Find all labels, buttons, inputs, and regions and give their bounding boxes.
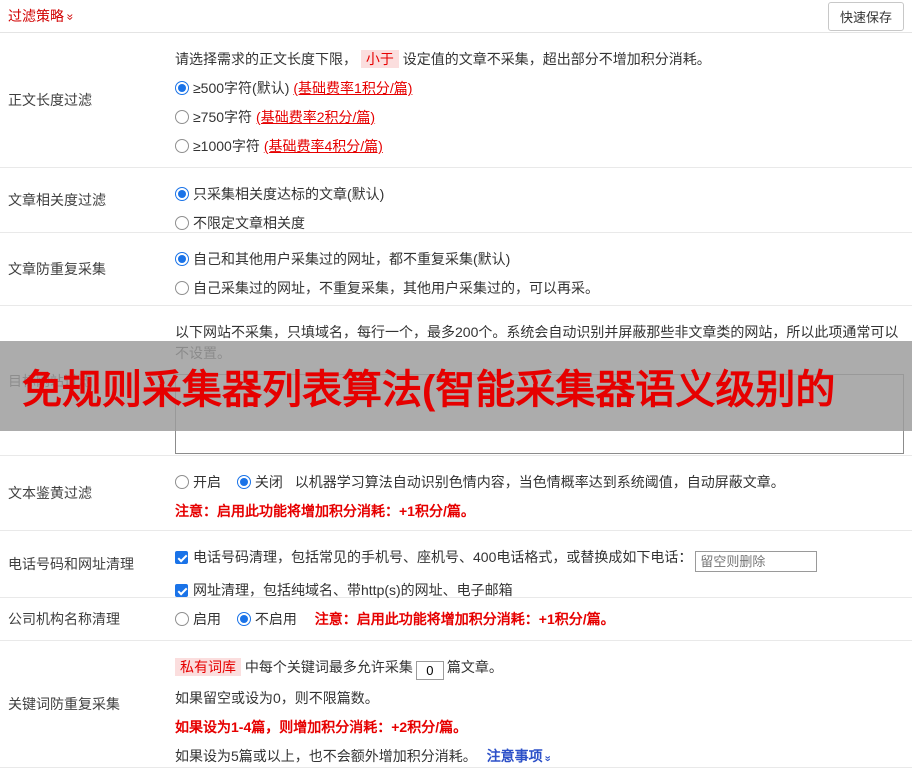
radio-length-500[interactable] [175, 81, 189, 95]
watermark-text: 免规则采集器列表算法(智能采集器语义级别的 [22, 368, 836, 412]
porn-off-label: 关闭 [254, 474, 283, 490]
private-lexicon-tag: 私有词库 [175, 658, 241, 676]
watermark-overlay: 免规则采集器列表算法(智能采集器语义级别的 [0, 341, 912, 431]
url-cleanup-label: 网址清理，包括纯域名、带http(s)的网址、电子邮箱 [193, 582, 513, 598]
length-option-500: ≥500字符(默认) (基础费率1积分/篇) [175, 78, 904, 99]
notes-link-label: 注意事项 [486, 748, 543, 764]
relevance-any-label: 不限定文章相关度 [193, 215, 305, 231]
row-relevance-filter: 文章相关度过滤 只采集相关度达标的文章(默认) 不限定文章相关度 [0, 168, 912, 233]
phone-cleanup-option: 电话号码清理，包括常见的手机号、座机号、400电话格式，或替换成如下电话： [175, 547, 904, 572]
company-note: 注意：启用此功能将增加积分消耗：+1积分/篇。 [314, 610, 615, 627]
porn-filter-desc: 以机器学习算法自动识别色情内容，当色情概率达到系统阈值，自动屏蔽文章。 [294, 474, 785, 490]
quick-save-button[interactable]: 快速保存 [827, 1, 904, 31]
keyword-limit-post: 篇文章。 [446, 659, 503, 675]
length-option-1000: ≥1000字符 (基础费率4积分/篇) [175, 136, 904, 157]
company-label: 公司机构名称清理 [8, 611, 120, 627]
company-on-label: 启用 [193, 610, 221, 627]
porn-filter-note: 注意：启用此功能将增加积分消耗：+1积分/篇。 [175, 503, 475, 519]
relevance-strict-label: 只采集相关度达标的文章(默认) [193, 186, 385, 202]
row-porn-filter: 文本鉴黄过滤 开启 关闭 以机器学习算法自动识别色情内容，当色情概率达到系统阈值… [0, 456, 912, 531]
dedup-content: 自己和其他用户采集过的网址，都不重复采集(默认) 自己采集过的网址，不重复采集，… [175, 233, 912, 305]
length-option-500-fee-note: (基础费率1积分/篇) [293, 80, 413, 96]
radio-length-1000[interactable] [175, 139, 189, 153]
radio-length-750[interactable] [175, 110, 189, 124]
dedup-label: 文章防重复采集 [8, 261, 106, 277]
porn-filter-options: 开启 关闭 以机器学习算法自动识别色情内容，当色情概率达到系统阈值，自动屏蔽文章… [175, 472, 904, 493]
dedup-option-self: 自己采集过的网址，不重复采集，其他用户采集过的，可以再采。 [175, 278, 904, 299]
radio-relevance-strict[interactable] [175, 187, 189, 201]
phone-cleanup-checkbox[interactable] [175, 551, 188, 564]
row-phone-url-cleanup: 电话号码和网址清理 电话号码清理，包括常见的手机号、座机号、400电话格式，或替… [0, 531, 912, 598]
radio-company-on[interactable] [175, 611, 189, 626]
keyword-note-free: 如果设为5篇或以上，也不会额外增加积分消耗。 注意事项» [175, 746, 904, 768]
row-content-length-filter: 正文长度过滤 请选择需求的正文长度下限， 小于 设定值的文章不采集，超出部分不增… [0, 33, 912, 168]
page-title: 过滤策略 [8, 8, 64, 24]
radio-porn-on[interactable] [175, 475, 189, 489]
row-dedup-filter: 文章防重复采集 自己和其他用户采集过的网址，都不重复采集(默认) 自己采集过的网… [0, 233, 912, 306]
dedup-self-label: 自己采集过的网址，不重复采集，其他用户采集过的，可以再采。 [193, 280, 599, 296]
phone-replace-input[interactable] [695, 551, 818, 572]
company-content: 启用 不启用 注意：启用此功能将增加积分消耗：+1积分/篇。 [175, 598, 912, 640]
length-option-1000-label: ≥1000字符 [193, 138, 260, 154]
porn-filter-label: 文本鉴黄过滤 [8, 485, 92, 501]
company-off-label: 不启用 [254, 610, 297, 627]
url-cleanup-checkbox[interactable] [175, 584, 188, 597]
intro-highlight: 小于 [360, 50, 399, 68]
porn-filter-content: 开启 关闭 以机器学习算法自动识别色情内容，当色情概率达到系统阈值，自动屏蔽文章… [175, 456, 912, 530]
chevron-down-icon: » [63, 13, 78, 21]
company-options: 启用 不启用 注意：启用此功能将增加积分消耗：+1积分/篇。 [175, 609, 615, 630]
radio-dedup-all[interactable] [175, 252, 189, 266]
section-title-toggle[interactable]: 过滤策略» [8, 6, 78, 26]
keyword-limit-line: 私有词库 中每个关键词最多允许采集 篇文章。 [175, 657, 904, 680]
content-length-label: 正文长度过滤 [8, 92, 92, 108]
relevance-label: 文章相关度过滤 [8, 192, 106, 208]
keyword-limit-input[interactable] [415, 661, 444, 680]
radio-dedup-self[interactable] [175, 281, 189, 295]
keyword-free-text: 如果设为5篇或以上，也不会额外增加积分消耗。 [175, 748, 477, 764]
keyword-note-unlimited: 如果留空或设为0，则不限篇数。 [175, 690, 379, 706]
row-keyword-dedup: 关键词防重复采集 私有词库 中每个关键词最多允许采集 篇文章。 如果留空或设为0，… [0, 641, 912, 768]
phone-url-label: 电话号码和网址清理 [8, 556, 134, 572]
intro-post: 设定值的文章不采集，超出部分不增加积分消耗。 [402, 51, 711, 67]
porn-on-label: 开启 [193, 474, 221, 490]
relevance-option-any: 不限定文章相关度 [175, 213, 904, 234]
dedup-option-all: 自己和其他用户采集过的网址，都不重复采集(默认) [175, 249, 904, 270]
length-option-750: ≥750字符 (基础费率2积分/篇) [175, 107, 904, 128]
content-length-content: 请选择需求的正文长度下限， 小于 设定值的文章不采集，超出部分不增加积分消耗。 … [175, 33, 912, 167]
page-header: 过滤策略» 快速保存 [0, 0, 912, 33]
content-length-intro: 请选择需求的正文长度下限， 小于 设定值的文章不采集，超出部分不增加积分消耗。 [175, 49, 904, 70]
phone-url-content: 电话号码清理，包括常见的手机号、座机号、400电话格式，或替换成如下电话： 网址… [175, 531, 912, 598]
notes-link[interactable]: 注意事项» [486, 748, 554, 764]
length-option-1000-fee-note: (基础费率4积分/篇) [263, 138, 383, 154]
intro-pre: 请选择需求的正文长度下限， [175, 51, 357, 67]
length-option-500-label: ≥500字符(默认) [193, 80, 290, 96]
row-company-cleanup: 公司机构名称清理 启用 不启用 注意：启用此功能将增加积分消耗：+1积分/篇。 [0, 598, 912, 641]
length-option-750-fee-note: (基础费率2积分/篇) [256, 109, 376, 125]
radio-relevance-any[interactable] [175, 216, 189, 230]
length-option-750-label: ≥750字符 [193, 109, 253, 125]
keyword-note-fee: 如果设为1-4篇，则增加积分消耗：+2积分/篇。 [175, 719, 468, 735]
dedup-all-label: 自己和其他用户采集过的网址，都不重复采集(默认) [193, 251, 511, 267]
radio-company-off[interactable] [236, 611, 251, 626]
phone-cleanup-label: 电话号码清理，包括常见的手机号、座机号、400电话格式，或替换成如下电话： [193, 549, 693, 565]
relevance-content: 只采集相关度达标的文章(默认) 不限定文章相关度 [175, 168, 912, 232]
keyword-label: 关键词防重复采集 [8, 696, 120, 712]
chevron-down-icon: » [541, 755, 554, 762]
keyword-limit-mid: 中每个关键词最多允许采集 [244, 659, 413, 675]
keyword-content: 私有词库 中每个关键词最多允许采集 篇文章。 如果留空或设为0，则不限篇数。 如果… [175, 641, 912, 767]
relevance-option-strict: 只采集相关度达标的文章(默认) [175, 184, 904, 205]
filter-settings-page: 过滤策略» 快速保存 正文长度过滤 请选择需求的正文长度下限， 小于 设定值的文… [0, 0, 912, 768]
radio-porn-off[interactable] [236, 475, 251, 489]
